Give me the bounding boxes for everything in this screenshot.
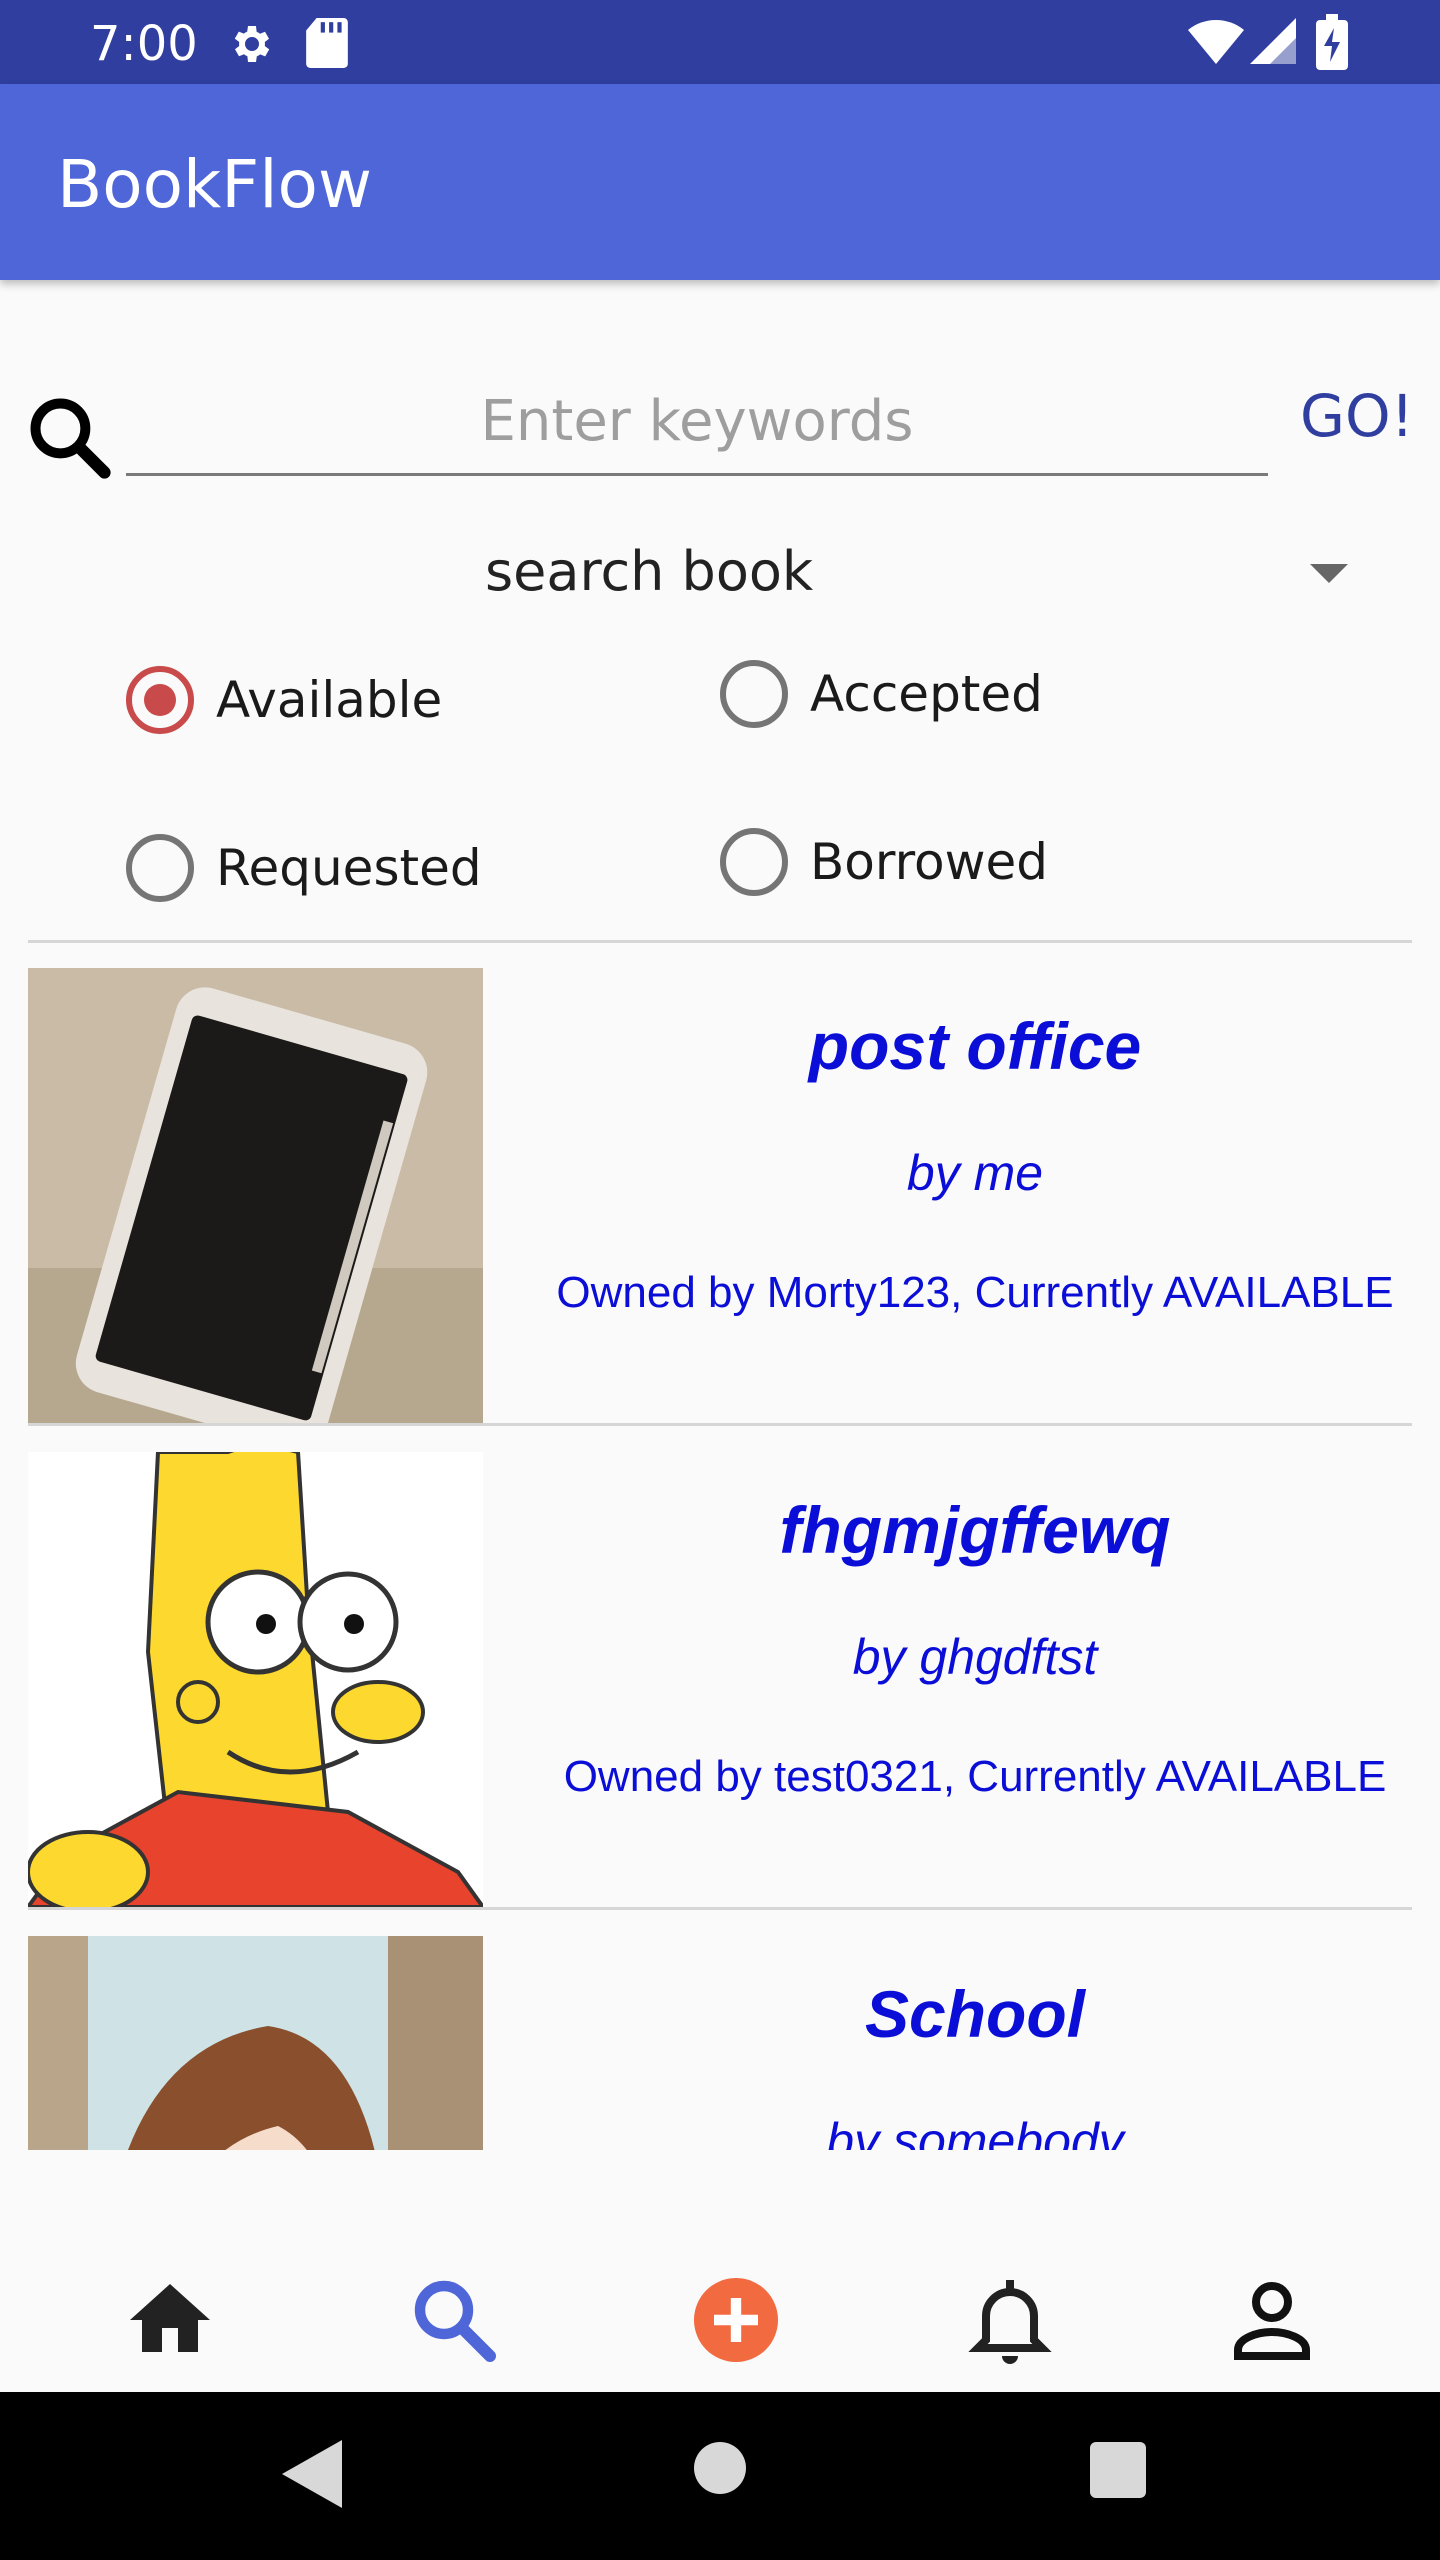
book-list-item[interactable]: School by somebody xyxy=(0,1910,1440,2150)
nav-home[interactable] xyxy=(120,2270,220,2370)
add-icon xyxy=(694,2278,778,2362)
home-button-icon[interactable] xyxy=(694,2442,746,2494)
notifications-icon xyxy=(968,2280,1052,2364)
search-type-spinner[interactable]: search book xyxy=(0,530,1440,620)
search-icon xyxy=(30,398,111,479)
book-list[interactable]: post office by me Owned by Morty123, Cur… xyxy=(0,942,1440,2150)
nav-add[interactable] xyxy=(686,2270,786,2370)
radio-label: Requested xyxy=(216,839,482,897)
app-bar: BookFlow xyxy=(0,84,1440,280)
radio-button[interactable] xyxy=(126,834,194,902)
go-button[interactable]: GO! xyxy=(1300,382,1414,450)
book-author: by ghgdftst xyxy=(852,1629,1098,1685)
radio-label: Borrowed xyxy=(810,833,1049,891)
nav-profile[interactable] xyxy=(1222,2270,1322,2370)
book-cover-image xyxy=(28,1936,483,2150)
book-status: Owned by test0321, Currently AVAILABLE xyxy=(563,1752,1387,1801)
home-icon xyxy=(130,2284,210,2352)
radio-label: Available xyxy=(216,671,443,729)
profile-icon xyxy=(1234,2282,1310,2360)
radio-borrowed[interactable]: Borrowed xyxy=(720,828,1048,896)
recents-icon[interactable] xyxy=(1090,2442,1146,2498)
book-info: School by somebody xyxy=(520,1936,1430,2150)
radio-requested[interactable]: Requested xyxy=(126,834,482,902)
signal-icon xyxy=(1250,18,1296,64)
radio-button[interactable] xyxy=(720,828,788,896)
nav-notifications[interactable] xyxy=(960,2270,1060,2370)
book-title: fhgmjgffewq xyxy=(779,1493,1171,1567)
book-title: post office xyxy=(808,1009,1142,1083)
sd-card-icon xyxy=(306,18,348,68)
book-list-item[interactable]: post office by me Owned by Morty123, Cur… xyxy=(0,942,1440,1426)
radio-button[interactable] xyxy=(126,666,194,734)
search-input[interactable] xyxy=(126,370,1268,473)
battery-charging-icon xyxy=(1316,14,1348,70)
radio-label: Accepted xyxy=(810,665,1043,723)
book-author: by somebody xyxy=(826,2113,1124,2150)
book-info: fhgmjgffewq by ghgdftst Owned by test032… xyxy=(520,1452,1430,1802)
book-info: post office by me Owned by Morty123, Cur… xyxy=(520,968,1430,1318)
radio-accepted[interactable]: Accepted xyxy=(720,660,1043,728)
book-title: School xyxy=(864,1977,1085,2051)
settings-icon xyxy=(234,26,270,62)
search-field[interactable] xyxy=(126,370,1268,476)
back-icon[interactable] xyxy=(282,2440,346,2508)
status-time: 7:00 xyxy=(90,16,198,72)
search-icon xyxy=(414,2280,496,2362)
book-cover-image xyxy=(28,968,483,1423)
book-author: by me xyxy=(906,1145,1044,1201)
book-status: Owned by Morty123, Currently AVAILABLE xyxy=(556,1268,1394,1317)
radio-available[interactable]: Available xyxy=(126,666,442,734)
status-bar: 7:00 xyxy=(0,0,1440,84)
spinner-selected-value: search book xyxy=(485,540,814,603)
wifi-icon xyxy=(1188,20,1244,64)
system-navigation-bar xyxy=(0,2392,1440,2560)
dropdown-arrow-icon xyxy=(1310,564,1348,583)
radio-button[interactable] xyxy=(720,660,788,728)
nav-search[interactable] xyxy=(404,2270,504,2370)
book-cover-image xyxy=(28,1452,483,1907)
bottom-navigation xyxy=(0,2250,1440,2392)
app-title: BookFlow xyxy=(57,146,372,223)
book-list-item[interactable]: fhgmjgffewq by ghgdftst Owned by test032… xyxy=(0,1426,1440,1910)
